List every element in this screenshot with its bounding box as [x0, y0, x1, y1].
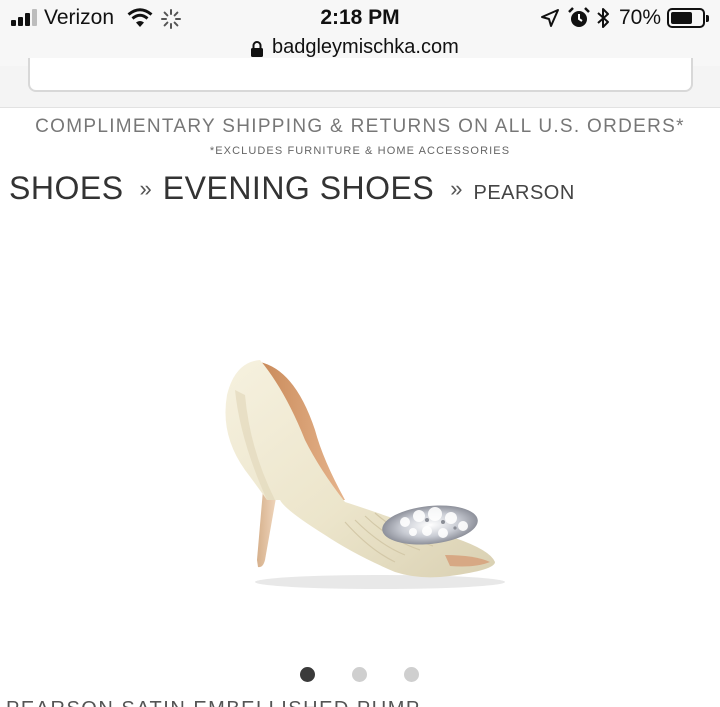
search-input[interactable] — [28, 58, 693, 92]
url-text[interactable]: badgleymischka.com — [272, 36, 459, 59]
product-image[interactable] — [205, 350, 505, 600]
site-header — [0, 58, 720, 108]
shipping-promo-disclaimer: *EXCLUDES FURNITURE & HOME ACCESSORIES — [209, 145, 511, 157]
breadcrumb-current-pearson: PEARSON — [473, 182, 575, 204]
breadcrumb-separator: » — [139, 176, 152, 201]
carousel-dot-2[interactable] — [352, 667, 367, 682]
product-title: PEARSON SATIN EMBELLISHED PUMP — [6, 698, 421, 707]
carousel-dot-3[interactable] — [404, 667, 419, 682]
battery-icon — [667, 8, 709, 28]
clock: 2:18 PM — [320, 6, 400, 29]
battery-percentage: 70% — [619, 6, 662, 29]
carousel-dot-1[interactable] — [300, 667, 315, 682]
breadcrumb-link-shoes[interactable]: SHOES — [9, 170, 124, 206]
breadcrumb-separator: » — [450, 176, 463, 201]
status-bar: Verizon 2:18 PM 70% — [0, 0, 720, 36]
lock-icon — [251, 41, 263, 57]
bluetooth-icon — [597, 8, 609, 28]
location-arrow-icon — [541, 9, 559, 27]
breadcrumb-link-evening-shoes[interactable]: EVENING SHOES — [163, 170, 434, 206]
breadcrumb: SHOES » EVENING SHOES » PEARSON — [9, 170, 575, 207]
battery-level-fill — [671, 12, 692, 24]
shipping-promo-banner[interactable]: COMPLIMENTARY SHIPPING & RETURNS ON ALL … — [0, 116, 720, 138]
alarm-clock-icon — [568, 7, 590, 27]
